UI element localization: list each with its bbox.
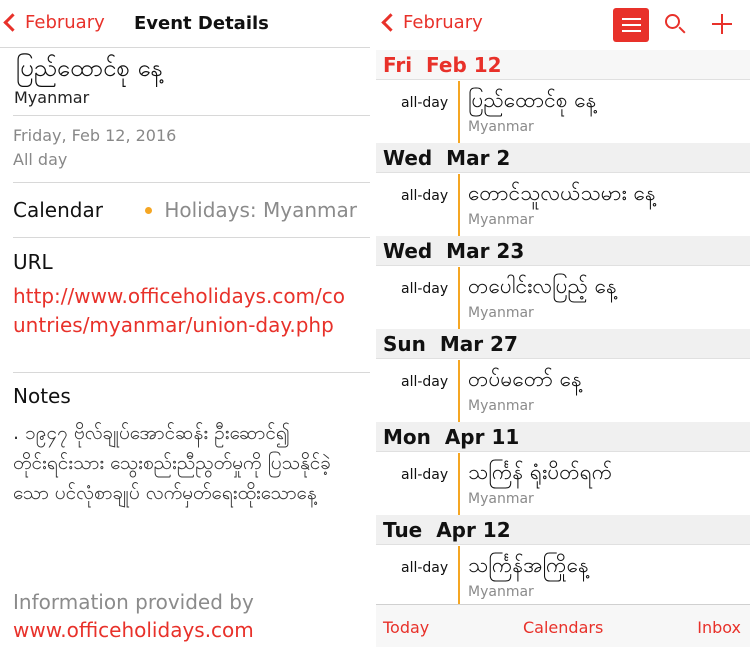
event-calendar-name: Myanmar [468,305,534,321]
day-header: Wed Mar 2 [376,143,750,173]
day-header-dow: Tue [383,518,423,542]
day-header-dow: Sun [383,332,426,356]
divider [13,237,370,238]
calendar-value-row[interactable]: Holidays: Myanmar [145,198,357,222]
event-title: ပြည်ထောင်စု နေ့ [16,54,163,82]
day-header-dow: Wed [383,239,433,263]
day-header-date: Mar 23 [446,239,525,263]
event-list-item[interactable]: all-day သင်္ကြန် ရုံးပိတ်ရက် Myanmar [376,453,750,515]
event-list-item[interactable]: all-day ပြည်ထောင်စု နေ့ Myanmar [376,81,750,143]
event-title: တောင်သူလယ်သမား နေ့ [468,181,656,205]
event-date: Friday, Feb 12, 2016 [13,126,177,145]
tab-bar: Today Calendars Inbox [376,604,750,647]
event-calendar-name: Myanmar [468,398,534,414]
event-list-item[interactable]: all-day သင်္ကြန်အကြိုနေ့ Myanmar [376,546,750,608]
event-calendar-bar [458,453,460,515]
calendar-value: Holidays: Myanmar [164,198,357,222]
tab-calendars[interactable]: Calendars [523,618,603,637]
day-header-date: Apr 12 [436,518,511,542]
day-header: Wed Mar 23 [376,236,750,266]
all-day-label: all-day [401,188,449,204]
event-title: သင်္ကြန်အကြိုနေ့ [468,553,589,577]
event-calendar-bar [458,81,460,143]
day-header-date: Apr 11 [444,425,520,449]
list-view-button[interactable] [613,8,649,42]
event-calendar-bar [458,360,460,422]
chevron-left-icon [3,13,22,32]
divider [13,115,370,116]
calendar-list-navbar: February [376,0,750,48]
event-location: Myanmar [14,88,90,107]
event-calendar-bar [458,546,460,608]
event-title: ပြည်ထောင်စု နေ့ [468,88,597,112]
day-header-dow: Fri [383,53,413,77]
all-day-label: all-day [401,374,449,390]
day-header: Tue Apr 12 [376,515,750,545]
back-label: February [403,12,483,33]
back-button[interactable]: February [2,12,105,33]
notes-text: . ၁၉၄၇ ဗိုလ်ချုပ်အောင်ဆန်း ဦးဆောင်၍ တိုင… [13,422,331,504]
page-title: Event Details [134,13,269,34]
event-list-item[interactable]: all-day တပ်မတော် နေ့ Myanmar [376,360,750,422]
url-link[interactable]: http://www.officeholidays.com/countries/… [13,282,353,340]
event-list-item[interactable]: all-day တပေါင်းလပြည့် နေ့ Myanmar [376,267,750,329]
event-calendar-bar [458,174,460,236]
divider [13,372,370,373]
back-label: February [25,12,105,33]
url-label: URL [13,250,53,274]
event-calendar-name: Myanmar [468,584,534,600]
all-day-label: all-day [401,95,449,111]
event-all-day: All day [13,150,68,169]
divider [13,182,370,183]
event-title: သင်္ကြန် ရုံးပိတ်ရက် [468,460,613,484]
day-header-date: Feb 12 [426,53,502,77]
add-event-button[interactable] [712,14,732,34]
day-header: Fri Feb 12 [376,50,750,80]
calendar-color-dot [145,206,153,214]
chevron-left-icon [381,13,400,32]
day-header-dow: Mon [383,425,431,449]
event-calendar-name: Myanmar [468,491,534,507]
event-title: တပေါင်းလပြည့် နေ့ [468,274,617,298]
day-header-date: Mar 2 [446,146,511,170]
calendar-label: Calendar [13,198,103,222]
search-button[interactable] [665,14,687,36]
calendar-list-pane: February Fri Feb 12 all-day ပြည်ထောင်စု နေ… [376,0,750,647]
all-day-label: all-day [401,467,449,483]
event-calendar-name: Myanmar [468,119,534,135]
all-day-label: all-day [401,281,449,297]
info-link[interactable]: www.officeholidays.com [13,618,254,642]
notes-label: Notes [13,384,71,408]
event-title: တပ်မတော် နေ့ [468,367,582,391]
tab-today[interactable]: Today [383,618,429,637]
event-calendar-name: Myanmar [468,212,534,228]
tab-inbox[interactable]: Inbox [697,618,741,637]
event-details-navbar: February Event Details [0,0,370,48]
event-details-pane: February Event Details ပြည်ထောင်စု နေ့ M… [0,0,370,647]
day-header-dow: Wed [383,146,433,170]
day-header-date: Mar 27 [439,332,518,356]
back-button[interactable]: February [380,12,483,33]
day-header: Sun Mar 27 [376,329,750,359]
info-text: Information provided by [13,590,254,614]
day-header: Mon Apr 11 [376,422,750,452]
all-day-label: all-day [401,560,449,576]
event-list-item[interactable]: all-day တောင်သူလယ်သမား နေ့ Myanmar [376,174,750,236]
event-calendar-bar [458,267,460,329]
